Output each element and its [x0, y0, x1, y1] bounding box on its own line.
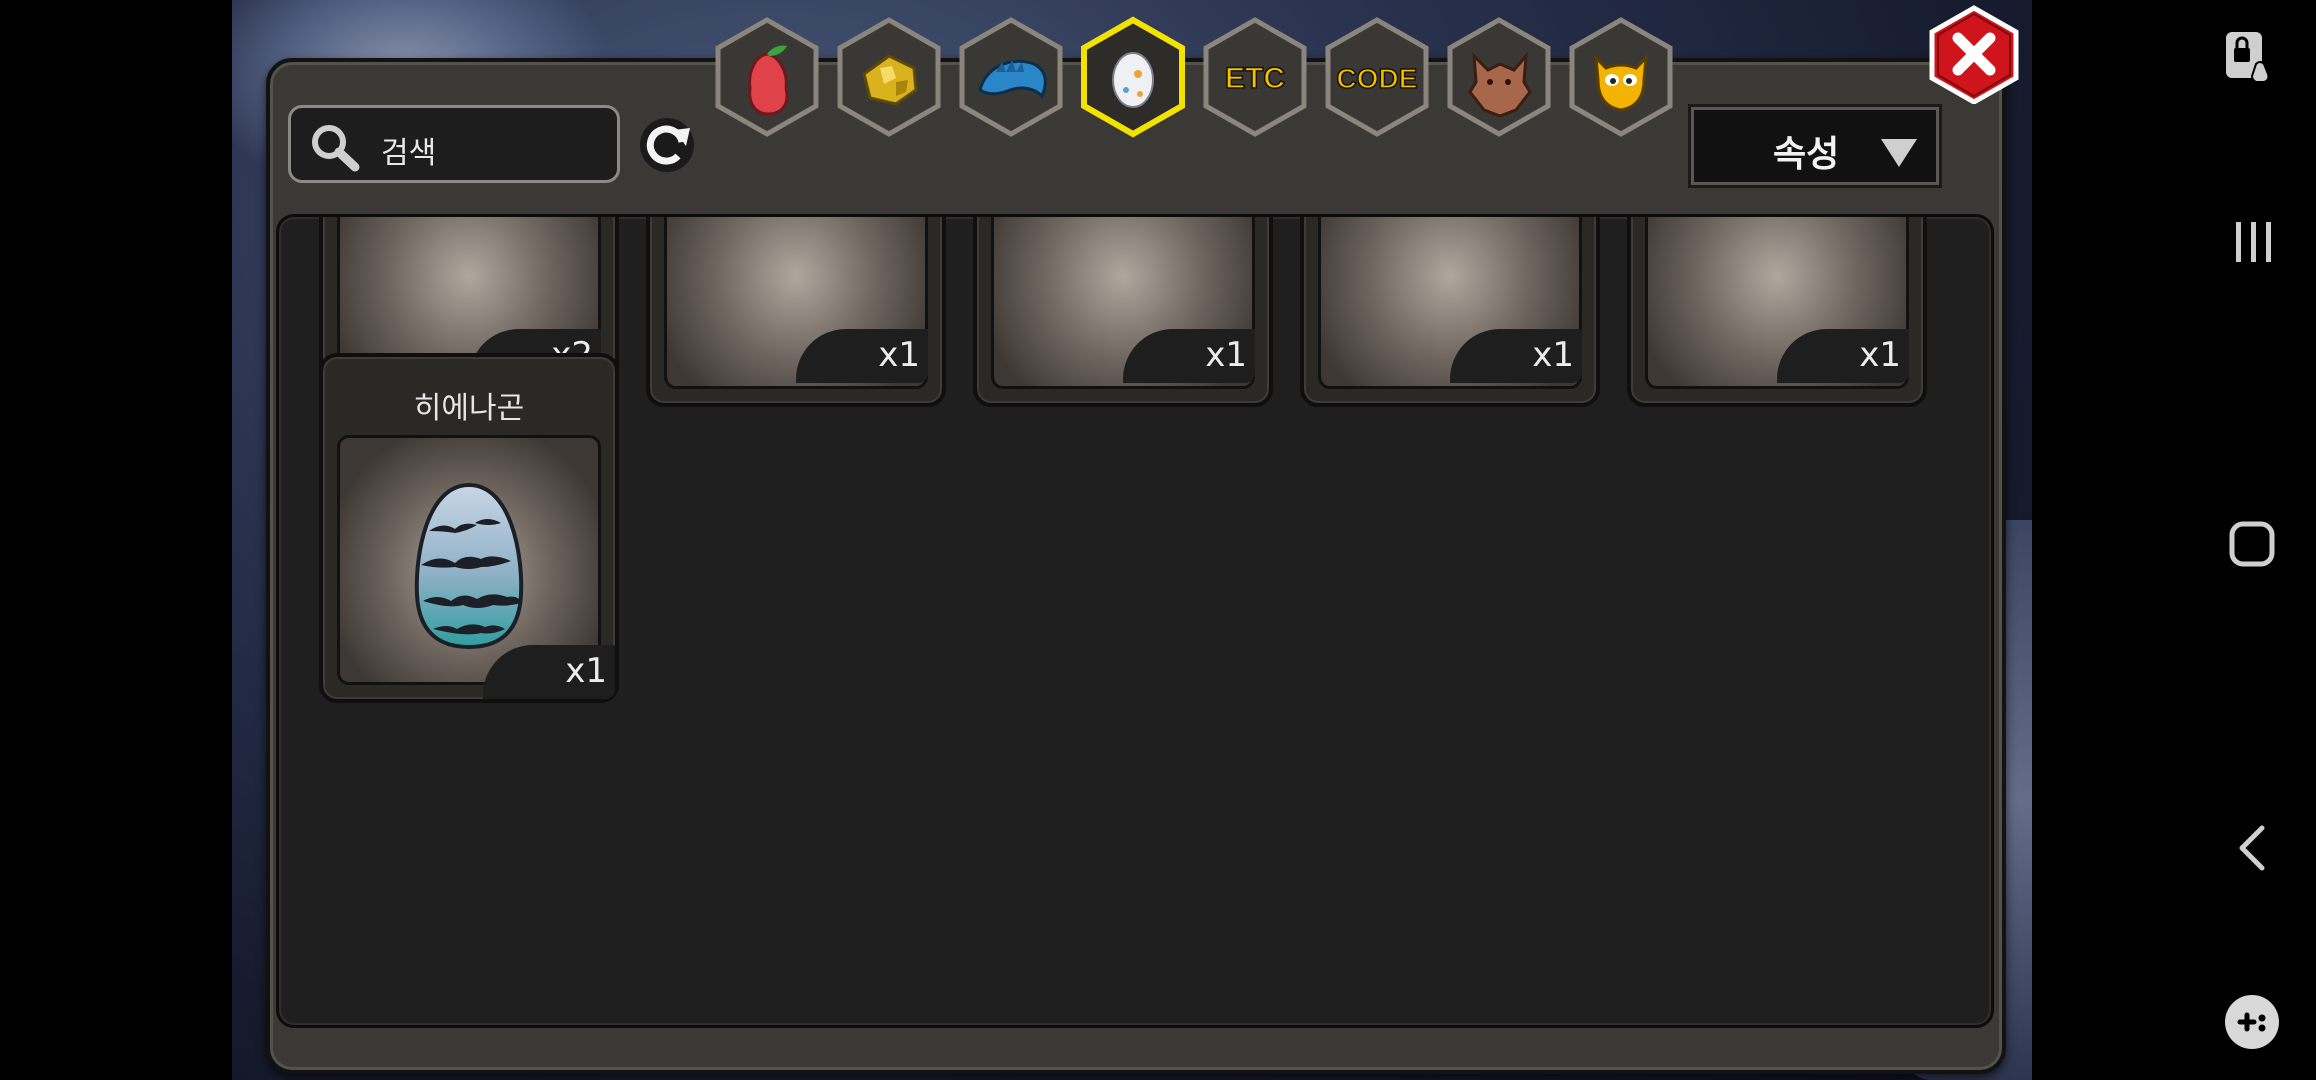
- inventory-grid: x2 x1 x1 x1 x1 히에나곤: [276, 214, 1994, 1028]
- item-card[interactable]: x1: [973, 217, 1273, 407]
- recent-apps-icon[interactable]: [2230, 220, 2278, 264]
- item-card[interactable]: x1: [1300, 217, 1600, 407]
- quantity-text: x1: [878, 335, 920, 375]
- tab-egg[interactable]: [1078, 16, 1188, 138]
- horned-mask-icon: [1594, 54, 1648, 112]
- blue-dragon-icon: [978, 59, 1047, 99]
- quantity-text: x1: [565, 651, 607, 691]
- sort-label: 속성: [1773, 134, 1840, 175]
- pear-icon: [748, 45, 789, 116]
- refresh-icon: [640, 118, 694, 172]
- search-placeholder: 검색: [381, 136, 437, 171]
- item-name: 히에나곤: [413, 391, 525, 426]
- search-input[interactable]: 검색: [288, 105, 620, 183]
- back-icon[interactable]: [2234, 824, 2270, 872]
- close-button[interactable]: [1926, 4, 2022, 105]
- hexagon-frame: ETC: [1203, 17, 1307, 137]
- refresh-button[interactable]: [638, 116, 696, 174]
- code-label: CODE: [1337, 63, 1418, 94]
- item-card[interactable]: x1: [1627, 217, 1927, 407]
- hexagon-frame: CODE: [1325, 17, 1429, 137]
- home-icon[interactable]: [2228, 520, 2276, 568]
- quantity-text: x1: [1859, 335, 1901, 375]
- tab-code[interactable]: CODE: [1322, 16, 1432, 138]
- item-card[interactable]: x1: [646, 217, 946, 407]
- search-icon: [312, 125, 360, 172]
- tab-beast[interactable]: [1444, 16, 1554, 138]
- tab-material[interactable]: [834, 16, 944, 138]
- quantity-text: x1: [1532, 335, 1574, 375]
- attribute-sort-dropdown[interactable]: 속성: [1688, 104, 1942, 188]
- gold-ore-icon: [862, 54, 918, 106]
- tab-etc[interactable]: ETC: [1200, 16, 1310, 138]
- system-navigation-bar: [2032, 0, 2316, 1080]
- etc-label: ETC: [1225, 62, 1285, 95]
- tab-dragon[interactable]: [956, 16, 1066, 138]
- quantity-text: x1: [1205, 335, 1247, 375]
- wolf-head-icon: [1468, 51, 1532, 118]
- tab-fruit[interactable]: [712, 16, 822, 138]
- egg-icon: [1112, 52, 1154, 108]
- screen-lock-icon[interactable]: [2222, 30, 2282, 86]
- game-tools-icon[interactable]: [2222, 992, 2282, 1052]
- tab-emblem[interactable]: [1566, 16, 1676, 138]
- close-icon: [1929, 5, 2019, 105]
- triangle-down-icon: [1881, 139, 1917, 167]
- item-card-hyenagon[interactable]: 히에나곤 x1: [319, 353, 619, 703]
